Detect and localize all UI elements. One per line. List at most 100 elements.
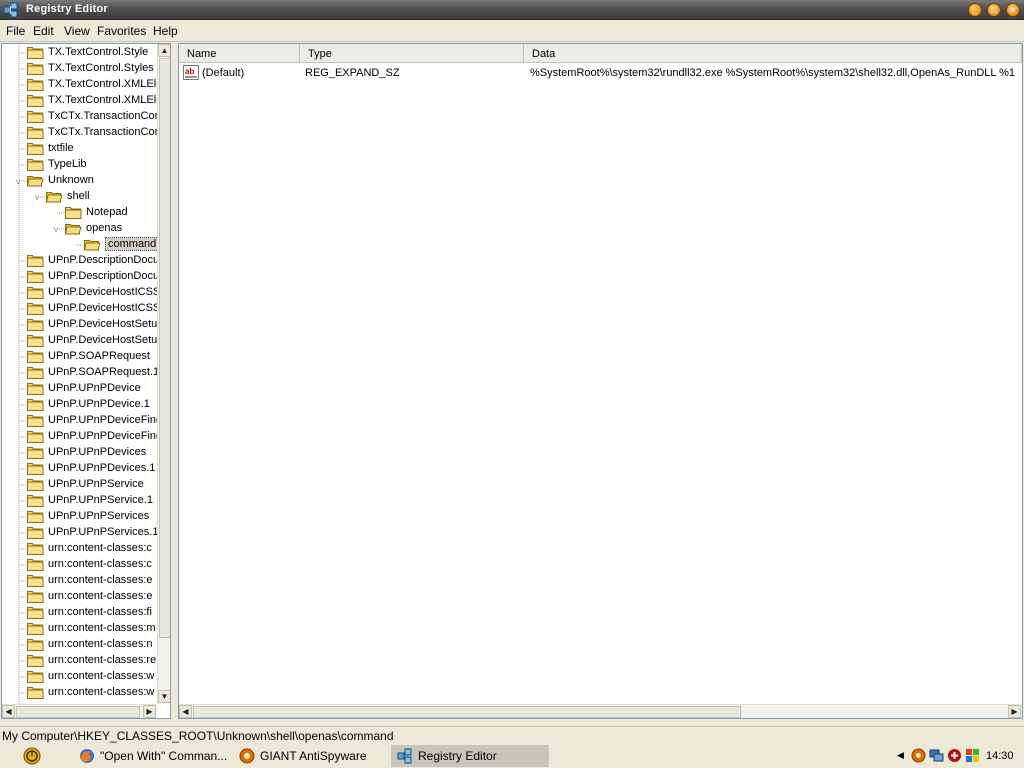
menu-file[interactable]: File: [6, 24, 25, 38]
tree-item-label: UPnP.UPnPDevices: [48, 446, 147, 458]
tree-item[interactable]: urn:content-classes:c: [2, 557, 157, 573]
tree-item[interactable]: urn:content-classes:re: [2, 653, 157, 669]
tree-item[interactable]: urn:content-classes:fi: [2, 605, 157, 621]
tree-item-label: UPnP.DescriptionDocu: [48, 254, 157, 266]
taskbar-item-antispyware[interactable]: GIANT AntiSpyware: [233, 745, 383, 767]
tree-item[interactable]: TX.TextControl.XMLEle: [2, 77, 157, 93]
tree-item[interactable]: UPnP.UPnPDeviceFinde: [2, 413, 157, 429]
tree-item[interactable]: UPnP.UPnPServices.1: [2, 525, 157, 541]
tree-item[interactable]: TX.TextControl.Style: [2, 45, 157, 61]
scroll-right-button[interactable]: ▶: [143, 705, 156, 718]
values-list-pane[interactable]: Name Type Data ab (Default) REG_EXPAND_S…: [178, 43, 1023, 719]
tree-item[interactable]: UPnP.UPnPDevice: [2, 381, 157, 397]
tray-expand-arrow[interactable]: ◀: [897, 750, 904, 761]
folder-icon: [27, 398, 44, 411]
tree-item[interactable]: openas: [2, 221, 157, 237]
tree-item-label: UPnP.DescriptionDocu: [48, 270, 157, 282]
column-header-name[interactable]: Name: [179, 44, 300, 63]
tree-item[interactable]: urn:content-classes:c: [2, 541, 157, 557]
scroll-left-button[interactable]: ◀: [179, 705, 192, 718]
tree-item[interactable]: Notepad: [2, 205, 157, 221]
tree-item[interactable]: UPnP.DeviceHostICSS: [2, 285, 157, 301]
tree-item[interactable]: UPnP.DescriptionDocu: [2, 253, 157, 269]
tree-item[interactable]: TX.TextControl.XMLEle: [2, 93, 157, 109]
shield-tray-icon[interactable]: [947, 748, 962, 763]
key-tree-pane[interactable]: vvv TX.TextControl.Style TX.TextControl.S…: [1, 43, 171, 719]
tree-item[interactable]: UPnP.UPnPServices: [2, 509, 157, 525]
tree-item-label: UPnP.UPnPDevice: [48, 382, 141, 394]
scroll-up-button[interactable]: ▲: [158, 44, 170, 57]
tree-item[interactable]: UPnP.UPnPDeviceFinde: [2, 429, 157, 445]
network-tray-icon[interactable]: [929, 748, 944, 763]
folder-icon: [27, 510, 44, 523]
tree-item[interactable]: UPnP.UPnPService.1: [2, 493, 157, 509]
title-bar[interactable]: Registry Editor _ □ ×: [0, 0, 1024, 20]
tree-item[interactable]: UPnP.DeviceHostICSS: [2, 301, 157, 317]
tree-item[interactable]: TxCTx.TransactionCon: [2, 109, 157, 125]
tree-item-label: UPnP.UPnPDevices.1: [48, 462, 156, 474]
taskbar-item-open-with[interactable]: "Open With" Comman...: [73, 745, 227, 767]
tree-item-label: UPnP.UPnPDeviceFinde: [48, 414, 157, 426]
tree-item[interactable]: urn:content-classes:w: [2, 669, 157, 685]
minimize-button[interactable]: _: [968, 3, 982, 17]
tree-item[interactable]: UPnP.DeviceHostSetup: [2, 317, 157, 333]
menu-favorites[interactable]: Favorites: [97, 24, 146, 38]
folder-icon: [27, 478, 44, 491]
tree-item[interactable]: urn:content-classes:m: [2, 621, 157, 637]
taskbar-item-registry-editor[interactable]: Registry Editor: [391, 745, 549, 767]
tree-item[interactable]: urn:content-classes:w: [2, 685, 157, 701]
scrollbar-thumb[interactable]: [159, 58, 170, 638]
start-button[interactable]: [23, 747, 41, 765]
tree-item[interactable]: TxCTx.TransactionCor: [2, 125, 157, 141]
tree-item-label: UPnP.UPnPServices: [48, 510, 150, 522]
tree-item[interactable]: TX.TextControl.Styles: [2, 61, 157, 77]
folder-icon: [27, 654, 44, 667]
tree-vertical-scrollbar[interactable]: ▲ ▼: [157, 44, 170, 704]
tree-item[interactable]: Unknown: [2, 173, 157, 189]
tree-item[interactable]: urn:content-classes:n: [2, 637, 157, 653]
folder-icon: [27, 142, 44, 155]
list-horizontal-scrollbar[interactable]: ◀ ▶: [179, 704, 1022, 718]
menu-view[interactable]: View: [64, 24, 90, 38]
scroll-left-button[interactable]: ◀: [2, 705, 15, 718]
tree-item[interactable]: UPnP.UPnPService: [2, 477, 157, 493]
regedit-icon: [397, 748, 412, 764]
tree-item-label: shell: [67, 190, 90, 202]
security-center-tray-icon[interactable]: [965, 748, 980, 763]
folder-icon: [27, 126, 44, 139]
tree-item[interactable]: shell: [2, 189, 157, 205]
tree-item[interactable]: UPnP.UPnPDevices.1: [2, 461, 157, 477]
scroll-down-button[interactable]: ▼: [158, 690, 170, 703]
tree-item[interactable]: UPnP.UPnPDevices: [2, 445, 157, 461]
tree-item[interactable]: UPnP.DescriptionDocu: [2, 269, 157, 285]
tree-item-label: urn:content-classes:fi: [48, 606, 152, 618]
tree-item[interactable]: txtfile: [2, 141, 157, 157]
tree-item[interactable]: command: [2, 237, 157, 253]
tree-horizontal-scrollbar[interactable]: ◀ ▶: [2, 704, 157, 718]
tree-item-label: UPnP.UPnPService.1: [48, 494, 153, 506]
scroll-right-button[interactable]: ▶: [1008, 705, 1021, 718]
folder-icon: [27, 638, 44, 651]
close-button[interactable]: ×: [1006, 3, 1020, 17]
value-row[interactable]: ab (Default) REG_EXPAND_SZ %SystemRoot%\…: [179, 65, 1022, 81]
folder-icon: [27, 686, 44, 699]
tree-item[interactable]: UPnP.DeviceHostSetup: [2, 333, 157, 349]
tree-item[interactable]: urn:content-classes:e: [2, 589, 157, 605]
scrollbar-thumb[interactable]: [16, 706, 140, 718]
tree-item[interactable]: UPnP.SOAPRequest: [2, 349, 157, 365]
tree-item[interactable]: UPnP.SOAPRequest.1: [2, 365, 157, 381]
column-header-type[interactable]: Type: [300, 44, 524, 63]
tree-item[interactable]: urn:content-classes:e: [2, 573, 157, 589]
tree-item-label: urn:content-classes:c: [48, 542, 152, 554]
folder-icon: [27, 574, 44, 587]
antispyware-tray-icon[interactable]: [911, 748, 926, 763]
scrollbar-thumb[interactable]: [193, 706, 741, 718]
menu-help[interactable]: Help: [153, 24, 178, 38]
tree-item[interactable]: TypeLib: [2, 157, 157, 173]
menu-edit[interactable]: Edit: [33, 24, 54, 38]
tree-item[interactable]: UPnP.UPnPDevice.1: [2, 397, 157, 413]
column-header-data[interactable]: Data: [524, 44, 1022, 63]
status-path: My Computer\HKEY_CLASSES_ROOT\Unknown\sh…: [2, 729, 394, 743]
maximize-button[interactable]: □: [987, 3, 1001, 17]
tree-item-label: UPnP.SOAPRequest.1: [48, 366, 157, 378]
